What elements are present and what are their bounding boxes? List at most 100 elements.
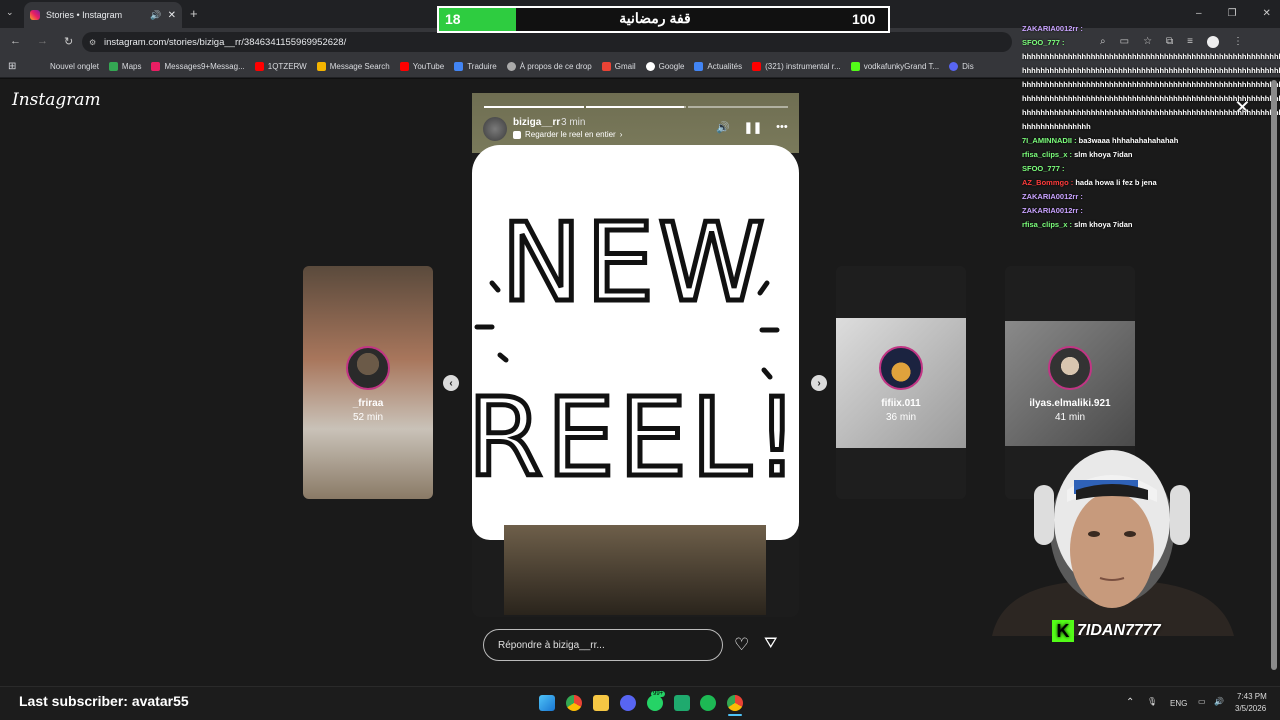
back-arrow-icon[interactable]: ← — [10, 35, 21, 48]
forward-arrow-icon[interactable]: → — [37, 35, 48, 48]
chat-text: hhhhhhhhhhhhhhhhhhhhhhhhhhhhhhhhhhhhhhhh… — [1022, 52, 1280, 61]
bookmark-item[interactable]: 1QTZERW — [254, 62, 307, 71]
page-scrollbar[interactable] — [1271, 80, 1277, 670]
youtube-icon — [752, 62, 762, 71]
goal-target: 100 — [852, 11, 876, 27]
bookmark-item[interactable]: Actualités — [694, 62, 742, 71]
bookmark-item[interactable]: Traduire — [454, 62, 497, 71]
restore-icon[interactable]: ❐ — [1228, 8, 1237, 19]
file-explorer-icon[interactable] — [593, 695, 609, 711]
stream-chat: ZAKARIA0012rr : SFOO_777 : hhhhhhhhhhhhh… — [1022, 22, 1280, 232]
whatsapp-icon[interactable] — [647, 695, 663, 711]
nav-buttons: ← → ↻ — [10, 35, 73, 48]
story-avatar[interactable] — [483, 117, 507, 141]
tab-instagram-stories[interactable]: Stories • Instagram 🔊 ✕ — [24, 2, 182, 28]
side-story-card[interactable]: _friraa 52 min — [303, 266, 433, 499]
story-time: 36 min — [885, 412, 916, 423]
last-subscriber-label: Last subscriber: avatar55 — [19, 693, 189, 709]
chat-message: SFOO_777 : — [1022, 162, 1280, 176]
chat-username: SFOO_777 : — [1022, 164, 1065, 173]
chat-username: 7I_AMINNADII : — [1022, 136, 1079, 145]
send-icon[interactable]: ⛛ — [764, 635, 777, 653]
story-username: fifiix.011 — [881, 398, 921, 409]
window-controls: – ❐ ✕ — [1196, 8, 1271, 19]
bookmark-item[interactable]: Messages9+Messag... — [151, 62, 245, 71]
chat-text: ba3waaa hhhahahahahahah — [1078, 136, 1179, 145]
story-time: 41 min — [1054, 412, 1085, 423]
bookmark-item[interactable]: Google — [645, 62, 684, 71]
chat-username: rfisa_clips_x : — [1022, 220, 1075, 229]
chat-username: ZAKARIA0012rr : — [1022, 24, 1083, 33]
chat-username: AZ_Bommgo : — [1022, 178, 1076, 187]
microphone-icon[interactable]: 🎙 — [1147, 697, 1157, 706]
reply-input[interactable]: Répondre à biziga__rr... — [483, 629, 723, 661]
language-indicator[interactable]: ENG — [1170, 699, 1187, 708]
story-username[interactable]: biziga__rr — [513, 117, 560, 128]
bookmark-label: Traduire — [467, 62, 497, 71]
watch-full-reel-label: Regarder le reel en entier — [525, 130, 616, 139]
volume-tray-icon[interactable]: 🔊 — [1214, 697, 1224, 706]
chat-username: rfisa_clips_x : — [1022, 150, 1075, 159]
goal-current: 18 — [445, 11, 461, 27]
discord-icon[interactable] — [620, 695, 636, 711]
tab-audio-icon[interactable]: 🔊 — [150, 10, 161, 21]
chat-message: hhhhhhhhhhhhhhhhhhhhhhhhhhhhhhhhhhhhhhhh… — [1022, 78, 1280, 92]
bookmark-item[interactable]: Gmail — [601, 62, 636, 71]
side-story-card[interactable]: fifiix.011 36 min — [836, 266, 966, 499]
network-icon[interactable]: ▭ — [1198, 697, 1206, 706]
reload-icon[interactable]: ↻ — [64, 35, 73, 48]
story-username: _friraa — [352, 398, 384, 409]
windows-start-icon[interactable] — [539, 695, 555, 711]
site-info-icon[interactable]: ⚙ — [89, 38, 96, 47]
bookmark-item[interactable]: Nouvel onglet — [50, 62, 99, 71]
next-story-button[interactable]: › — [811, 375, 827, 391]
chat-message: 7I_AMINNADII : ba3waaa hhhahahahahahah — [1022, 134, 1280, 148]
minimize-icon[interactable]: – — [1196, 8, 1202, 19]
chevron-right-icon: › — [619, 130, 623, 139]
watch-full-reel-link[interactable]: Regarder le reel en entier › — [513, 130, 622, 139]
instagram-logo[interactable]: Instagram — [12, 90, 101, 110]
bookmark-item[interactable]: vodkafunkyGrand T... — [850, 62, 939, 71]
address-bar[interactable]: ⚙ instagram.com/stories/biziga__rr/38463… — [82, 32, 1012, 52]
chat-message: AZ_Bommgo : hada howa li fez b jena — [1022, 176, 1280, 190]
apps-grid-icon[interactable]: ⊞ — [8, 61, 16, 72]
volume-icon[interactable]: 🔊 — [716, 121, 730, 134]
bookmark-item[interactable]: YouTube — [399, 62, 445, 71]
chat-message: rfisa_clips_x : slm khoya 7idan — [1022, 218, 1280, 232]
kick-logo-icon: K — [1052, 620, 1074, 642]
bookmark-label: YouTube — [412, 62, 445, 71]
reel-text-line2: REEL! — [472, 376, 799, 500]
gmail-icon — [601, 62, 611, 71]
previous-story-button[interactable]: ‹ — [443, 375, 459, 391]
pause-icon[interactable]: ❚❚ — [744, 121, 762, 134]
instagram-icon — [151, 62, 161, 71]
app-icon[interactable] — [674, 695, 690, 711]
more-options-icon[interactable]: ••• — [776, 121, 788, 134]
close-window-icon[interactable]: ✕ — [1263, 8, 1271, 19]
bookmark-item[interactable]: Dis — [949, 62, 974, 71]
maps-icon — [108, 62, 118, 71]
bookmark-item[interactable]: Message Search — [316, 62, 390, 71]
chrome-icon[interactable] — [566, 695, 582, 711]
tab-title: Stories • Instagram — [46, 10, 123, 20]
bookmark-label: Gmail — [614, 62, 636, 71]
tab-list-button[interactable]: ⌄ — [6, 7, 14, 18]
url-text: instagram.com/stories/biziga__rr/3846341… — [104, 36, 347, 48]
tray-chevron-icon[interactable]: ⌃ — [1126, 697, 1134, 708]
bookmark-item[interactable]: Maps — [108, 62, 141, 71]
bookmark-label: Actualités — [707, 62, 743, 71]
new-tab-button[interactable]: + — [190, 6, 198, 21]
discord-icon — [949, 62, 959, 71]
bookmark-item[interactable]: (321) instrumental r... — [752, 62, 841, 71]
bookmark-item[interactable]: À propos de ce drop — [506, 62, 592, 71]
tab-close-icon[interactable]: ✕ — [168, 10, 176, 21]
chat-text: hhhhhhhhhhhhhhh — [1022, 122, 1091, 131]
chat-text: hhhhhhhhhhhhhhhhhhhhhhhhhhhhhhhhhhhhhhhh… — [1022, 66, 1280, 75]
chat-text: hhhhhhhhhhhhhhhhhhhhhhhhhhhhhhhhhhhhhhhh… — [1022, 80, 1280, 89]
clock-date[interactable]: 3/5/2026 — [1235, 704, 1266, 713]
clock-time[interactable]: 7:43 PM — [1237, 692, 1267, 701]
like-heart-icon[interactable]: ♡ — [734, 635, 749, 655]
chrome-active-icon[interactable] — [727, 695, 743, 711]
spotify-icon[interactable] — [700, 695, 716, 711]
chat-text: hhhhhhhhhhhhhhhhhhhhhhhhhhhhhhhhhhhhhhhh… — [1022, 94, 1280, 103]
